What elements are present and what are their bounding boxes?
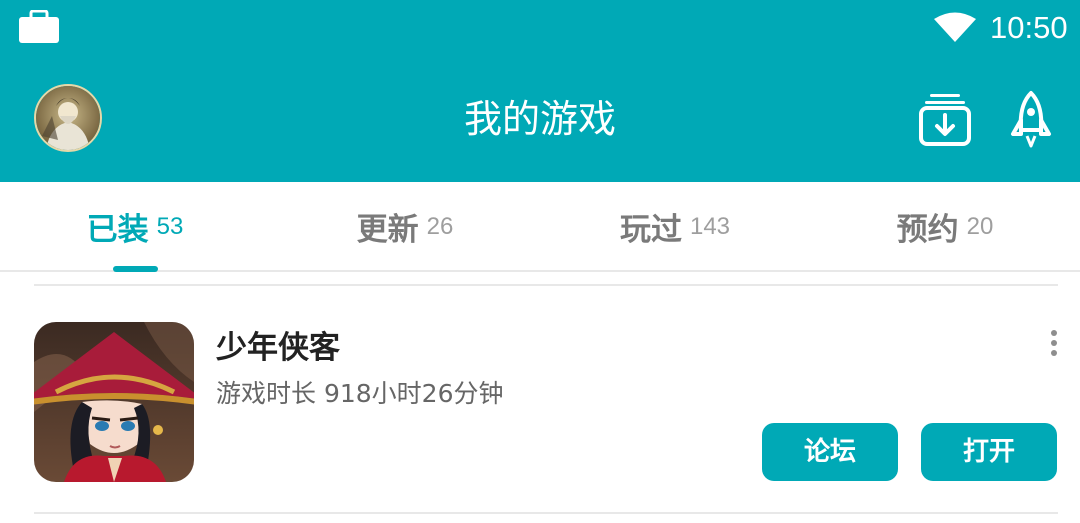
divider [34, 512, 1058, 514]
game-playtime: 游戏时长 918小时26分钟 [216, 379, 504, 408]
tab-played[interactable]: 玩过 143 [540, 182, 810, 272]
rocket-icon[interactable] [1010, 90, 1052, 148]
briefcase-icon [19, 10, 59, 43]
open-button[interactable]: 打开 [921, 423, 1057, 481]
tab-label: 预约 [896, 212, 959, 248]
tab-label: 已装 [86, 212, 149, 248]
tab-reserved[interactable]: 预约 20 [810, 182, 1080, 272]
game-icon[interactable] [34, 322, 194, 482]
tab-bar: 已装 53 更新 26 玩过 143 预约 20 [0, 182, 1080, 272]
tab-count: 20 [966, 212, 994, 240]
tab-label: 更新 [356, 212, 419, 248]
forum-button[interactable]: 论坛 [762, 423, 898, 481]
tab-count: 26 [426, 212, 454, 240]
more-options-icon[interactable] [1044, 330, 1064, 360]
tab-count: 53 [156, 212, 184, 240]
game-art-image [34, 322, 194, 482]
status-bar: 10:50 [0, 0, 1080, 56]
game-title[interactable]: 少年侠客 [216, 326, 340, 370]
download-manager-icon[interactable] [918, 92, 972, 146]
app-bar: 我的游戏 [0, 56, 1080, 182]
tab-indicator [113, 266, 158, 272]
wifi-icon [934, 12, 976, 42]
list-item[interactable]: 少年侠客 游戏时长 918小时26分钟 论坛 打开 [0, 290, 1080, 512]
tab-installed[interactable]: 已装 53 [0, 182, 270, 272]
tab-label: 玩过 [619, 212, 682, 248]
status-time: 10:50 [990, 10, 1068, 45]
tab-updates[interactable]: 更新 26 [270, 182, 540, 272]
divider [34, 284, 1058, 286]
tab-count: 143 [689, 212, 731, 240]
